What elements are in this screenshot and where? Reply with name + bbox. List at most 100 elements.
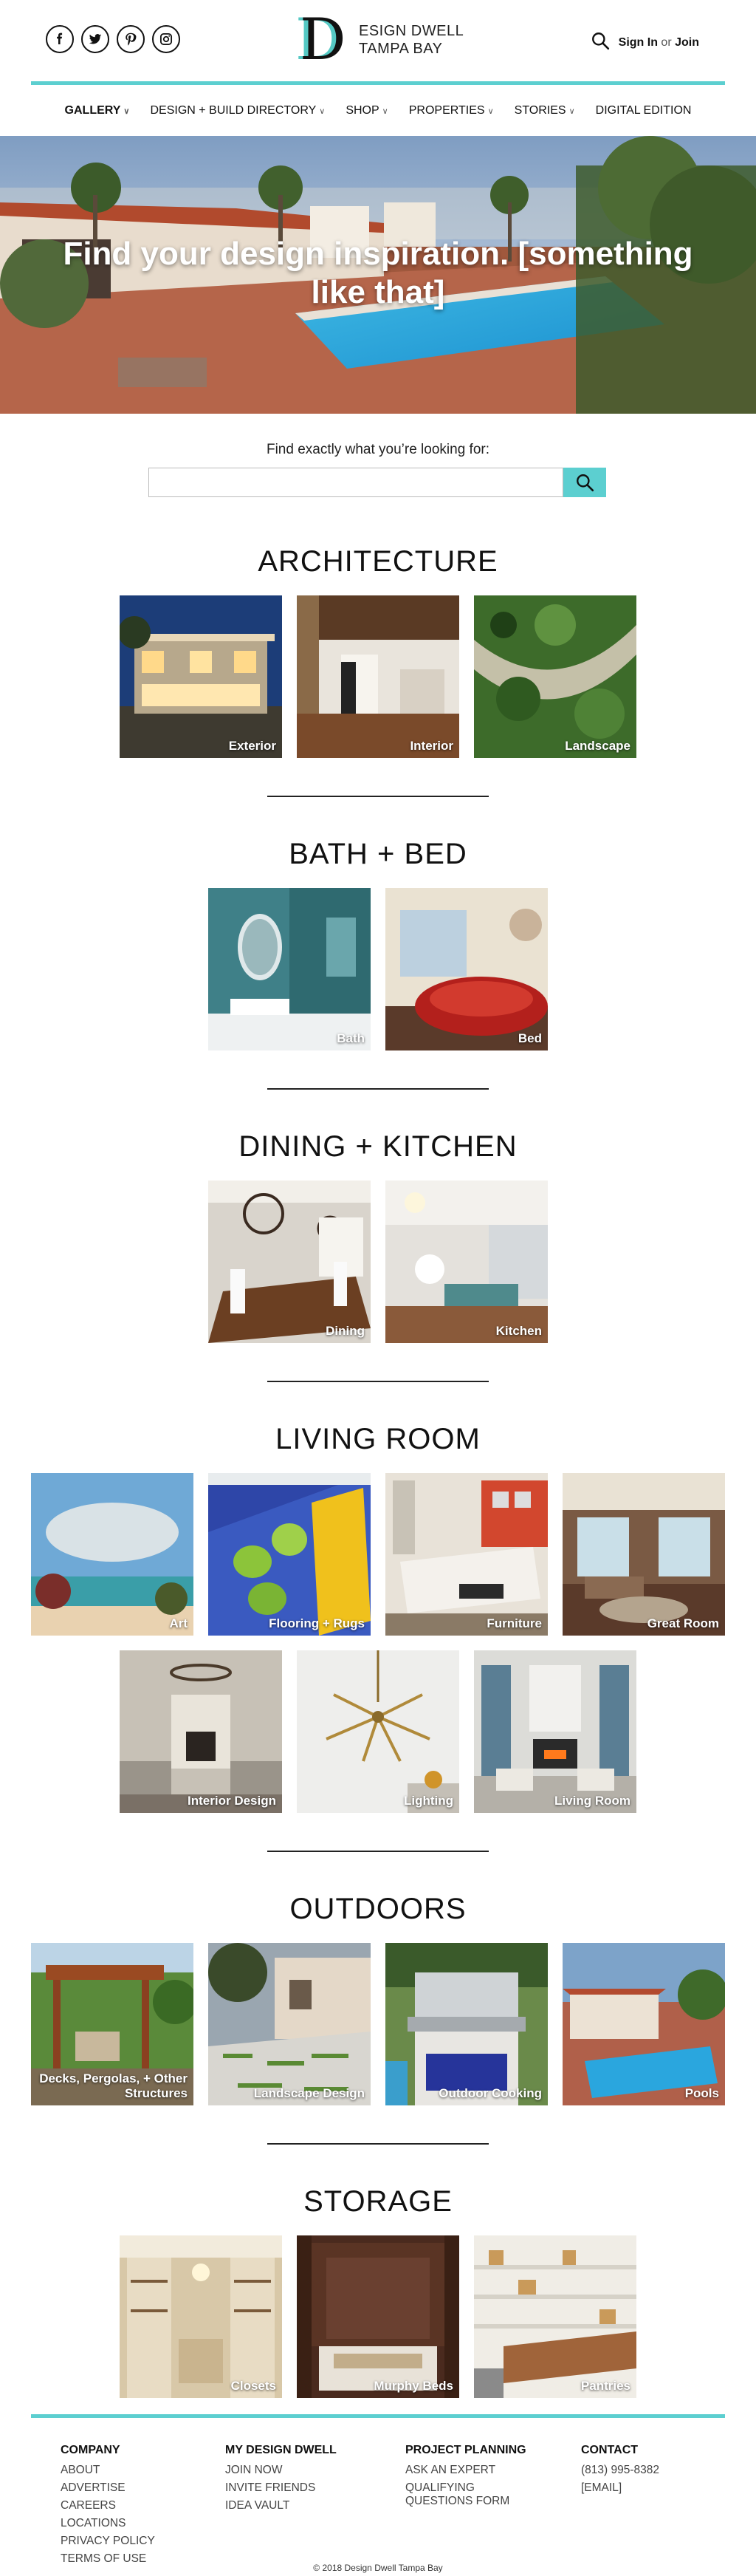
tile-caption: Bed [518, 1031, 542, 1045]
or-text: or [661, 35, 672, 49]
footer-link-invite-friends[interactable]: INVITE FRIENDS [225, 2479, 337, 2497]
bed-photo [385, 888, 548, 1050]
nav-stories[interactable]: STORIES ∨ [515, 104, 575, 117]
gallery-tile-kitchen[interactable]: Kitchen [385, 1181, 548, 1343]
footer-link-ask-an-expert[interactable]: ASK AN EXPERT [405, 2461, 526, 2479]
section-title-storage: STORAGE [303, 2185, 453, 2218]
nav-design-build-directory[interactable]: DESIGN + BUILD DIRECTORY ∨ [150, 104, 325, 117]
footer-link-idea-vault[interactable]: IDEA VAULT [225, 2497, 337, 2515]
gallery-search-button[interactable] [563, 468, 606, 497]
footer-column-contact: CONTACT (813) 995-8382 [EMAIL] [581, 2444, 659, 2497]
footer-link-qualifying[interactable]: QUALIFYING [405, 2481, 526, 2495]
logo-line-2: TAMPA BAY [359, 41, 443, 57]
twitter-icon[interactable] [81, 25, 109, 53]
bath-photo [208, 888, 371, 1050]
tile-caption: Art [169, 1616, 188, 1630]
gallery-tile-murphy-beds[interactable]: Murphy Beds [297, 2235, 459, 2398]
gallery-tile-exterior[interactable]: Exterior [120, 595, 282, 758]
sign-in-link[interactable]: Sign In [619, 36, 658, 49]
tile-caption: Outdoor Cooking [439, 2086, 542, 2100]
footer-link-locations[interactable]: LOCATIONS [61, 2515, 155, 2532]
tile-caption: Landscape [565, 739, 630, 753]
footer-column-my-design-dwell: MY DESIGN DWELL JOIN NOW INVITE FRIENDS … [225, 2444, 337, 2515]
gallery-tile-outdoor-cooking[interactable]: Outdoor Cooking [385, 1943, 548, 2105]
footer-heading: MY DESIGN DWELL [225, 2444, 337, 2456]
lighting-photo [297, 1650, 459, 1813]
nav-shop[interactable]: SHOP ∨ [346, 104, 388, 117]
section-title-living-room: LIVING ROOM [275, 1423, 481, 1455]
site-logo[interactable]: D D ESIGN DWELL TAMPA BAY [295, 7, 464, 73]
gallery-tile-pools[interactable]: Pools [563, 1943, 725, 2105]
chevron-down-icon: ∨ [319, 106, 326, 116]
gallery-tile-landscape[interactable]: Landscape [474, 595, 636, 758]
gallery-tile-living-room[interactable]: Living Room [474, 1650, 636, 1813]
gallery-search-input[interactable] [148, 468, 563, 497]
gallery-tile-dining[interactable]: Dining [208, 1181, 371, 1343]
search-prompt: Find exactly what you’re looking for: [266, 442, 490, 457]
gallery-tile-closets[interactable]: Closets [120, 2235, 282, 2398]
footer-link-about[interactable]: ABOUT [61, 2461, 155, 2479]
art-photo [31, 1473, 193, 1636]
gallery-tile-lighting[interactable]: Lighting [297, 1650, 459, 1813]
instagram-icon[interactable] [152, 25, 180, 53]
section-divider [267, 1088, 489, 1090]
footer-phone[interactable]: (813) 995-8382 [581, 2461, 659, 2479]
tile-caption: Murphy Beds [374, 2379, 453, 2393]
gallery-tile-flooring-rugs[interactable]: Flooring + Rugs [208, 1473, 371, 1636]
pools-photo [563, 1943, 725, 2105]
footer-accent-rule [31, 2414, 725, 2418]
pinterest-icon[interactable] [117, 25, 145, 53]
copyright-text: © 2018 Design Dwell Tampa Bay [313, 2563, 443, 2573]
main-nav: GALLERY ∨ DESIGN + BUILD DIRECTORY ∨ SHOP ∨… [0, 87, 756, 134]
section-divider [267, 796, 489, 797]
nav-properties[interactable]: PROPERTIES ∨ [409, 104, 494, 117]
tile-caption: Landscape Design [253, 2086, 365, 2100]
gallery-tile-art[interactable]: Art [31, 1473, 193, 1636]
murphy-beds-photo [297, 2235, 459, 2398]
living-room-photo [474, 1650, 636, 1813]
tile-caption: Furniture [487, 1616, 542, 1630]
gallery-tile-decks-pergolas[interactable]: Decks, Pergolas, + Other Structures [31, 1943, 193, 2105]
footer-heading: CONTACT [581, 2444, 639, 2456]
nav-gallery[interactable]: GALLERY ∨ [65, 104, 130, 117]
footer-link-advertise[interactable]: ADVERTISE [61, 2479, 155, 2497]
interior-photo [297, 595, 459, 758]
logo-mark: D D [295, 7, 346, 73]
search-icon[interactable] [591, 31, 610, 54]
gallery-tile-interior[interactable]: Interior [297, 595, 459, 758]
chevron-down-icon: ∨ [568, 106, 575, 116]
hero-headline: Find your design inspiration. [something… [63, 236, 693, 310]
tile-caption: Closets [230, 2379, 276, 2393]
outdoor-cooking-photo [385, 1943, 548, 2105]
footer-heading: COMPANY [61, 2444, 120, 2456]
footer-link-join-now[interactable]: JOIN NOW [225, 2461, 337, 2479]
social-links [46, 25, 180, 53]
tile-caption: Living Room [554, 1794, 630, 1808]
site-header: D D ESIGN DWELL TAMPA BAY Sign In or Joi… [0, 0, 756, 83]
furniture-photo [385, 1473, 548, 1636]
tile-caption: Pools [684, 2086, 719, 2100]
section-title-dining-kitchen: DINING + KITCHEN [238, 1130, 518, 1163]
gallery-tile-bath[interactable]: Bath [208, 888, 371, 1050]
tile-caption: Exterior [228, 739, 276, 753]
gallery-tile-landscape-design[interactable]: Landscape Design [208, 1943, 371, 2105]
join-link[interactable]: Join [675, 36, 699, 49]
footer-heading: PROJECT PLANNING [405, 2444, 526, 2456]
gallery-tile-furniture[interactable]: Furniture [385, 1473, 548, 1636]
gallery-tile-pantries[interactable]: Pantries [474, 2235, 636, 2398]
gallery-tile-bed[interactable]: Bed [385, 888, 548, 1050]
footer-link-careers[interactable]: CAREERS [61, 2497, 155, 2515]
footer-email[interactable]: [EMAIL] [581, 2479, 659, 2497]
gallery-tile-interior-design[interactable]: Interior Design [120, 1650, 282, 1813]
section-title-architecture: ARCHITECTURE [258, 545, 498, 578]
facebook-icon[interactable] [46, 25, 74, 53]
section-divider [267, 1381, 489, 1382]
nav-digital-edition[interactable]: DIGITAL EDITION [596, 104, 692, 117]
exterior-photo [120, 595, 282, 758]
footer-link-questions-form[interactable]: QUESTIONS FORM [405, 2495, 526, 2508]
tile-caption: Great Room [647, 1616, 719, 1630]
footer-link-privacy-policy[interactable]: PRIVACY POLICY [61, 2532, 155, 2550]
gallery-tile-great-room[interactable]: Great Room [563, 1473, 725, 1636]
section-title-outdoors: OUTDOORS [289, 1893, 467, 1925]
landscape-design-photo [208, 1943, 371, 2105]
